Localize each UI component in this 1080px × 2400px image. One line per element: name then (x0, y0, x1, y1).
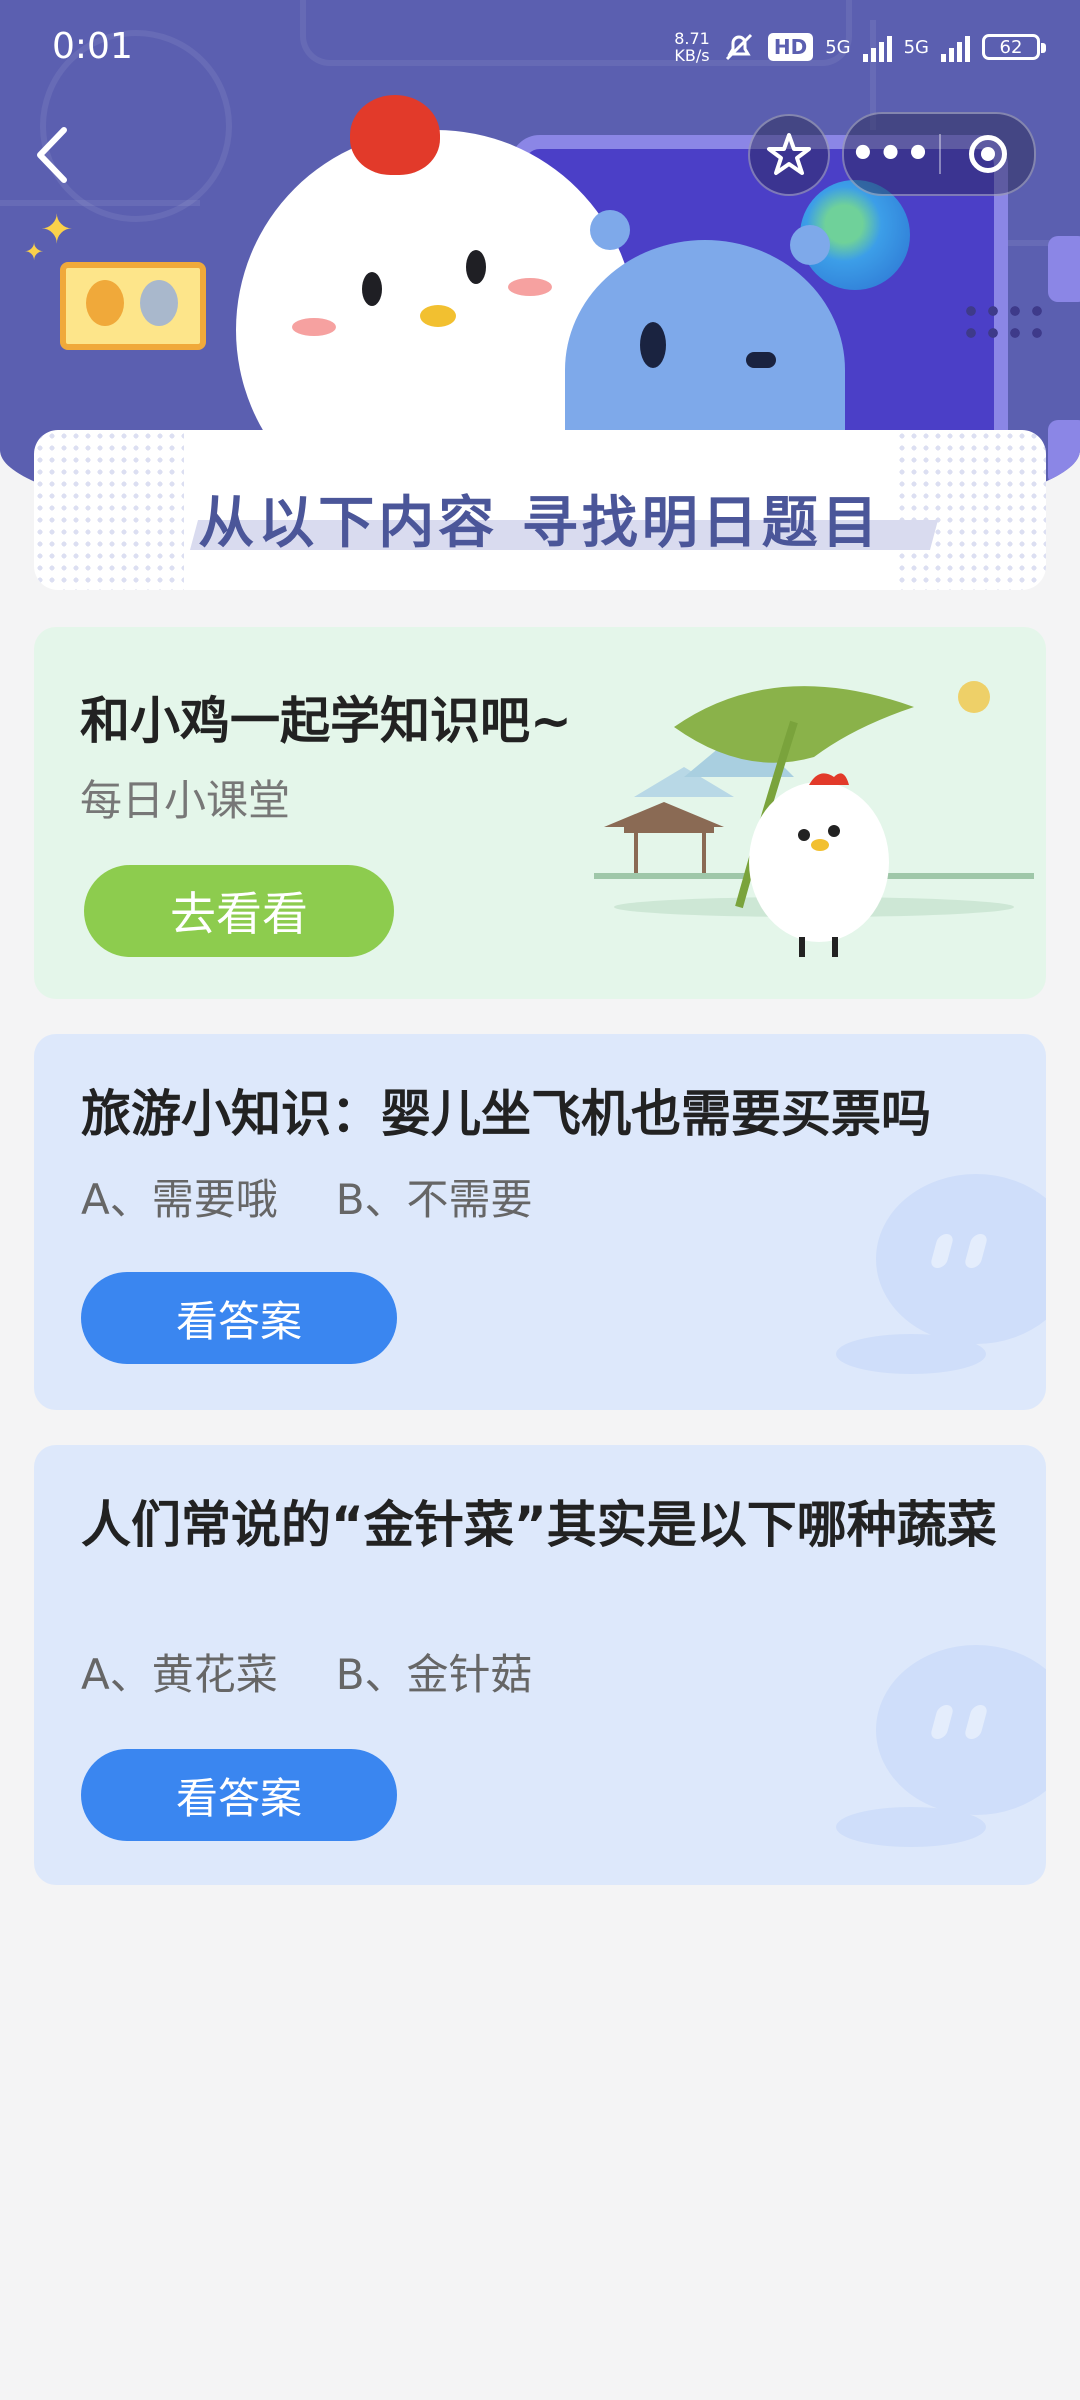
find-questions-banner: 从以下内容 寻找明日题目 (34, 430, 1046, 590)
sparkle-icon: ✦ (40, 207, 74, 253)
quote-bubble-tail (836, 1334, 986, 1374)
status-icons: 8.71 KB/s HD 5G 5G 62 (674, 30, 1046, 64)
view-answer-button[interactable]: 看答案 (81, 1749, 397, 1841)
chicken-beak (420, 305, 456, 327)
sim2-label: 5G (903, 36, 929, 58)
battery-level: 62 (999, 36, 1023, 58)
decor-line (0, 200, 200, 206)
decor-tab (1048, 420, 1080, 486)
quote-bubble-icon (876, 1174, 1046, 1344)
mute-bell-icon (725, 33, 752, 61)
chicken-comb (350, 95, 440, 175)
hd-badge: HD (767, 33, 814, 61)
sparkle-icon: ✦ (24, 238, 45, 266)
chicken-eye (362, 272, 382, 306)
favorite-button[interactable] (748, 114, 830, 196)
signal-icon (941, 32, 970, 62)
question-title: 人们常说的“金针菜”其实是以下哪种蔬菜 (81, 1496, 997, 1554)
question-card-2: 人们常说的“金针菜”其实是以下哪种蔬菜 A、黄花菜 B、金针菇 看答案 (34, 1445, 1046, 1885)
status-time: 0:01 (52, 26, 133, 67)
go-see-button[interactable]: 去看看 (84, 865, 394, 957)
question-options: A、需要哦 B、不需要 (81, 1166, 533, 1227)
chicken-lotus-leaf-illustration (594, 681, 1034, 957)
net-speed-unit: KB/s (674, 46, 710, 65)
close-button[interactable] (941, 135, 1034, 173)
option-b: B、不需要 (335, 1175, 533, 1224)
net-speed: 8.71 KB/s (674, 30, 710, 64)
option-a: A、黄花菜 (81, 1650, 278, 1699)
question-options: A、黄花菜 B、金针菇 (81, 1641, 533, 1702)
option-a: A、需要哦 (81, 1175, 278, 1224)
alien-eye (640, 322, 666, 368)
net-speed-value: 8.71 (674, 29, 710, 48)
view-answer-button[interactable]: 看答案 (81, 1272, 397, 1364)
signal-icon (862, 32, 892, 62)
question-title: 旅游小知识：婴儿坐飞机也需要买票吗 (81, 1085, 931, 1143)
alien-eye (746, 352, 776, 368)
gold-medal-icon (86, 280, 124, 326)
lesson-card-title: 和小鸡一起学知识吧~ (80, 692, 572, 750)
daily-lesson-card[interactable]: 和小鸡一起学知识吧~ 每日小课堂 去看看 (34, 627, 1046, 999)
star-icon (767, 133, 811, 175)
chicken-eye (466, 250, 486, 284)
option-b: B、金针菇 (335, 1650, 533, 1699)
decor-tab (1048, 236, 1080, 302)
target-close-icon (968, 135, 1007, 173)
medal-board-icon (60, 262, 206, 350)
chicken-cheek (292, 318, 336, 336)
battery-icon: 62 (982, 34, 1046, 60)
back-button[interactable] (30, 120, 74, 190)
banner-title: 从以下内容 寻找明日题目 (198, 491, 882, 556)
quote-bubble-icon (876, 1645, 1046, 1815)
sim1-label: 5G (825, 36, 851, 58)
silver-medal-icon (140, 280, 178, 326)
decor-dots (960, 300, 1050, 350)
question-card-1: 旅游小知识：婴儿坐飞机也需要买票吗 A、需要哦 B、不需要 看答案 (34, 1034, 1046, 1410)
quote-bubble-tail (836, 1807, 986, 1847)
more-dots-icon[interactable]: ••• (844, 134, 939, 174)
mini-program-capsule: ••• (842, 112, 1036, 196)
alien-antenna (790, 225, 830, 265)
alien-antenna (590, 210, 630, 250)
lesson-card-subtitle: 每日小课堂 (80, 776, 291, 825)
chicken-cheek (508, 278, 552, 296)
